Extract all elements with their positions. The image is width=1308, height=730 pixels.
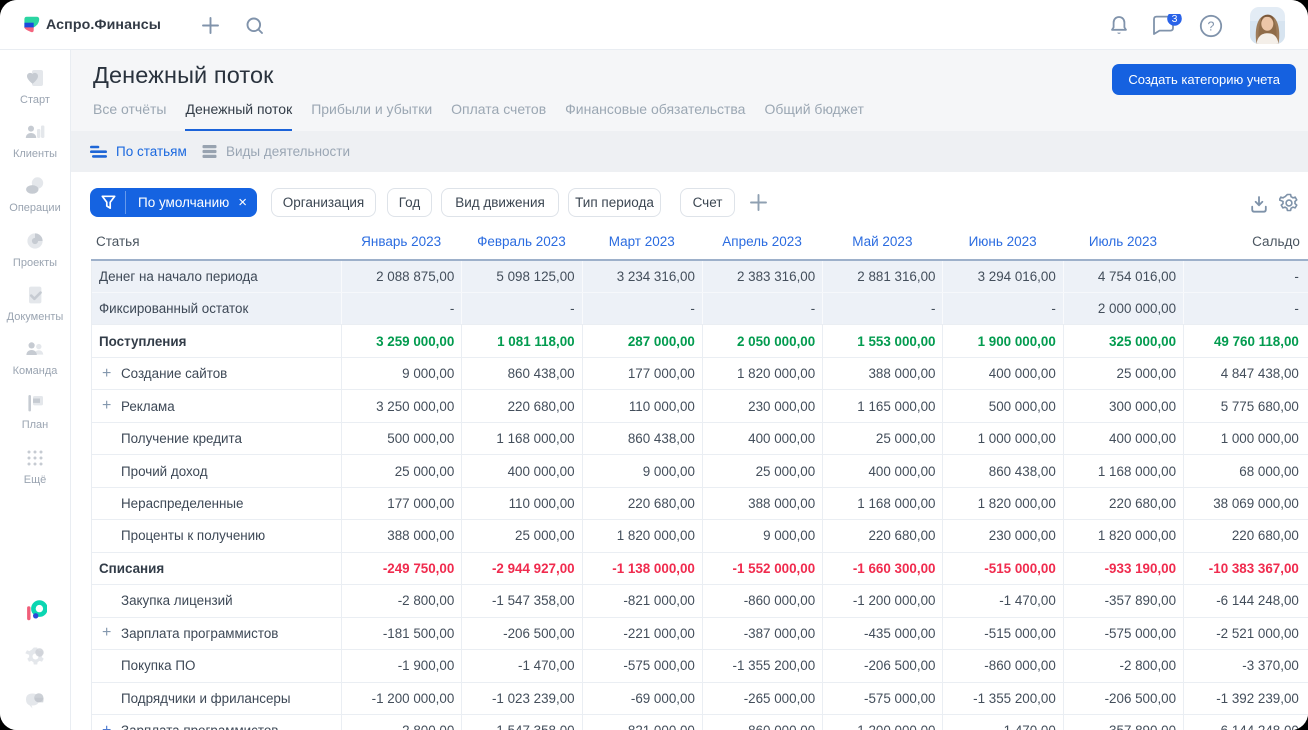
svg-text:3: 3 <box>1172 14 1178 25</box>
svg-text:?: ? <box>1208 19 1215 33</box>
